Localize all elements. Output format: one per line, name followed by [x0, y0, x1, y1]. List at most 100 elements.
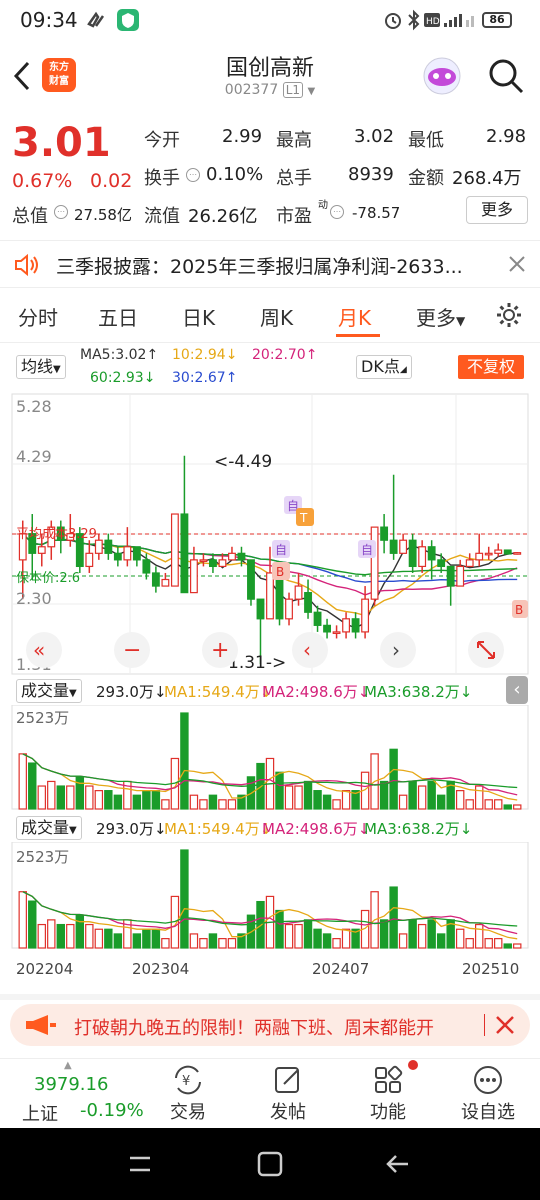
info-icon[interactable]: ⋯	[54, 205, 68, 219]
open-value: 2.99	[222, 126, 263, 147]
volume-bar	[455, 790, 465, 810]
tab-monthly-k[interactable]: 月K	[338, 302, 371, 331]
candle-body	[494, 549, 503, 554]
post-icon[interactable]	[272, 1064, 304, 1096]
scroll-left-fast-button[interactable]: «	[26, 632, 62, 668]
svg-text:+: +	[211, 638, 229, 663]
volume-selector[interactable]: 成交量▼	[16, 679, 82, 703]
volume-bar	[313, 790, 322, 810]
volume-bar	[417, 923, 427, 949]
candle-body	[170, 513, 179, 587]
candle-body	[199, 559, 208, 562]
candle-body	[85, 552, 94, 568]
volume-selector-label: 成交量	[21, 681, 70, 700]
volume-bar	[427, 780, 436, 810]
index-name: 上证	[22, 1104, 58, 1125]
notice-bar[interactable]: 三季报披露：2025年三季报归属净利润-2633...	[0, 240, 540, 288]
zoom-out-button[interactable]: −	[114, 632, 150, 668]
tab-intraday[interactable]: 分时	[18, 302, 58, 331]
ma60-legend: 60:2.93↓	[90, 370, 156, 386]
max-price-label: <-4.49	[214, 452, 272, 472]
volume-bar	[94, 928, 104, 949]
info-icon[interactable]: ⋯	[330, 205, 344, 219]
home-icon[interactable]	[256, 1150, 284, 1178]
candle-body	[237, 552, 246, 561]
close-icon[interactable]	[506, 253, 528, 275]
volume-bar	[379, 919, 389, 949]
volume-bar	[389, 886, 398, 949]
nav-functions[interactable]: 功能	[348, 1098, 428, 1124]
candle-body	[94, 539, 103, 554]
tab-five-day[interactable]: 五日	[98, 302, 138, 331]
volume-chart[interactable]: 2523万	[0, 842, 540, 950]
dk-point-label: DK点	[361, 357, 400, 376]
nav-post[interactable]: 发帖	[248, 1098, 328, 1124]
bluetooth-icon	[408, 9, 420, 31]
high-value: 3.02	[354, 126, 395, 147]
ma-selector[interactable]: 均线▼	[16, 355, 66, 379]
volume-bar	[161, 799, 170, 810]
candle-body	[456, 565, 465, 587]
volume-bar	[85, 923, 94, 949]
index-value[interactable]: 3979.16	[34, 1074, 108, 1095]
scroll-right-button[interactable]: ›	[380, 632, 416, 668]
candle-body	[132, 546, 141, 561]
candle-body	[418, 546, 427, 568]
dk-point-button[interactable]: DK点◢	[356, 355, 412, 379]
kline-chart[interactable]: 5.28 4.29 2.30 1.31 <-4.49 1.31-> 平均成本3.…	[0, 390, 540, 675]
volume-bar	[132, 933, 142, 949]
volume-chart[interactable]: 2523万	[0, 705, 540, 811]
functions-icon[interactable]	[372, 1064, 404, 1096]
nav-watchlist[interactable]: 设自选	[448, 1098, 528, 1124]
no-adjust-button[interactable]: 不复权	[458, 355, 524, 379]
recent-apps-icon[interactable]	[126, 1150, 154, 1178]
close-icon[interactable]	[494, 1014, 516, 1036]
back-icon[interactable]	[384, 1150, 412, 1178]
volume-bar	[294, 785, 303, 810]
settings-gear-icon[interactable]	[494, 300, 524, 330]
candle-body	[304, 592, 312, 613]
volume-bar	[56, 923, 66, 949]
volume-selector[interactable]: 成交量▼	[16, 816, 82, 840]
candle-body	[189, 559, 198, 594]
x-axis-label: 202204	[16, 960, 74, 978]
volume-bar	[113, 933, 123, 949]
promo-banner[interactable]: 打破朝九晚五的限制！两融下班、周末都能开	[10, 1004, 530, 1046]
candle-body	[465, 559, 474, 568]
tab-daily-k[interactable]: 日K	[182, 302, 215, 331]
candle-body	[361, 598, 370, 633]
candle-body	[332, 631, 341, 635]
tab-weekly-k[interactable]: 周K	[260, 302, 293, 331]
volume-bar	[332, 799, 341, 810]
corner-arrow-icon: ◢	[399, 365, 407, 375]
zoom-in-button[interactable]: +	[202, 632, 238, 668]
trade-icon[interactable]: ¥	[172, 1064, 204, 1096]
caret-down-icon: ▼	[69, 825, 77, 836]
robot-assistant-icon[interactable]	[420, 54, 464, 98]
search-icon[interactable]	[486, 56, 526, 96]
candle-body	[285, 598, 293, 620]
candle-body	[151, 572, 160, 587]
caret-down-icon: ▼	[69, 688, 77, 699]
tab-more[interactable]: 更多▼	[416, 302, 465, 331]
volume-bar	[379, 780, 389, 810]
volume-bar	[408, 919, 417, 949]
vol-ma2: MA2:498.6万↓	[262, 820, 371, 838]
volume-value: 8939	[348, 164, 394, 185]
volume-bar	[66, 923, 75, 949]
status-time: 09:34	[20, 8, 78, 32]
nav-trade[interactable]: 交易	[148, 1098, 228, 1124]
marker-self-label: 自	[361, 543, 373, 557]
more-dots-icon[interactable]	[472, 1064, 504, 1096]
volume-bar	[208, 933, 218, 949]
collapse-panel-button[interactable]: ‹	[506, 676, 528, 704]
volume-bar	[332, 938, 341, 949]
fullscreen-button[interactable]	[468, 632, 504, 668]
info-icon[interactable]: ⋯	[186, 168, 200, 182]
volume-bar	[85, 785, 94, 810]
volume-bar	[227, 799, 237, 810]
candle-body	[104, 539, 113, 554]
candle-body	[209, 559, 217, 568]
more-button[interactable]: 更多	[466, 196, 528, 224]
scroll-left-button[interactable]: ‹	[292, 632, 328, 668]
